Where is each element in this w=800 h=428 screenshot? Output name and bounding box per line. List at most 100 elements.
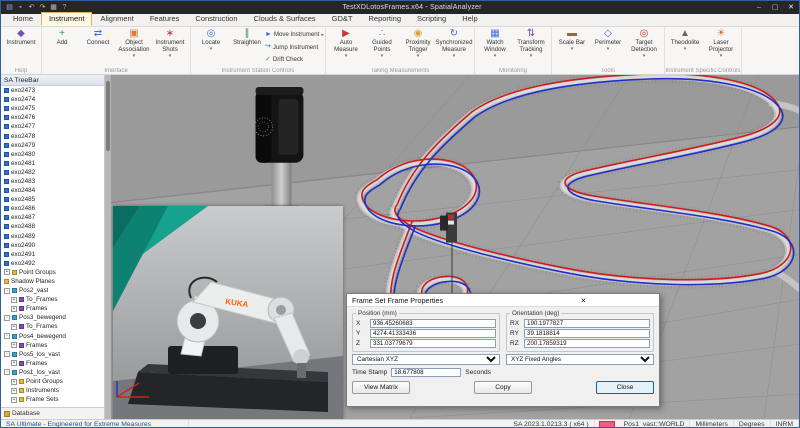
expander-icon[interactable]: +: [11, 388, 17, 394]
tab-features[interactable]: Features: [142, 12, 188, 26]
tree-item-frames[interactable]: +Frames: [1, 304, 104, 313]
expander-icon[interactable]: +: [4, 269, 10, 275]
expander-icon[interactable]: +: [11, 297, 17, 303]
tab-alignment[interactable]: Alignment: [92, 12, 141, 26]
tab-clouds-surfaces[interactable]: Clouds & Surfaces: [246, 12, 324, 26]
tree-item-exo2473[interactable]: exo2473: [1, 86, 104, 95]
tree-item-exo2477[interactable]: exo2477: [1, 122, 104, 131]
button-transform-tracking[interactable]: ⇅Transform Tracking▾: [513, 28, 549, 66]
expander-icon[interactable]: -: [4, 315, 10, 321]
tree-item-exo2485[interactable]: exo2485: [1, 195, 104, 204]
tree-item-exo2475[interactable]: exo2475: [1, 104, 104, 113]
button-connect[interactable]: ⇄Connect: [80, 28, 116, 66]
tree-item-to-frames[interactable]: +To_Frames: [1, 295, 104, 304]
tab-construction[interactable]: Construction: [187, 12, 245, 26]
expander-icon[interactable]: -: [4, 351, 10, 357]
tree-item-pos4-bewegend[interactable]: -Pos4_bewegend: [1, 332, 104, 341]
tree-item-exo2492[interactable]: exo2492: [1, 259, 104, 268]
button-jump-instrument[interactable]: ↪Jump Instrument: [265, 42, 323, 53]
redo-icon[interactable]: ↷: [38, 3, 47, 12]
coordinate-system-select[interactable]: Cartesian XYZ: [352, 354, 500, 365]
expander-icon[interactable]: +: [11, 324, 17, 330]
button-theodolite[interactable]: ▲Theodolite▾: [667, 28, 703, 66]
field-input-z[interactable]: [370, 339, 496, 348]
close-button[interactable]: ✕: [783, 1, 799, 14]
button-object-association[interactable]: ▣Object Association▾: [116, 28, 152, 66]
expander-icon[interactable]: +: [11, 306, 17, 312]
expander-icon[interactable]: +: [11, 342, 17, 348]
tree-item-point-groups[interactable]: +Point Groups: [1, 268, 104, 277]
status-active-frame[interactable]: Pos1_vast::WORLD: [619, 420, 691, 428]
expander-icon[interactable]: +: [11, 360, 17, 366]
tree-item-exo2476[interactable]: exo2476: [1, 113, 104, 122]
status-angle-units[interactable]: Degrees: [734, 420, 771, 428]
close-icon[interactable]: ✕: [503, 296, 659, 305]
field-input-ry[interactable]: [524, 329, 650, 338]
field-input-x[interactable]: [370, 319, 496, 328]
button-add[interactable]: +Add: [44, 28, 80, 66]
tree-item-exo2491[interactable]: exo2491: [1, 250, 104, 259]
button-instrument[interactable]: ◆Instrument: [3, 28, 39, 66]
button-laser-projector[interactable]: ☀Laser Projector▾: [703, 28, 739, 66]
tree-item-exo2486[interactable]: exo2486: [1, 204, 104, 213]
tab-instrument[interactable]: Instrument: [41, 12, 92, 26]
field-input-y[interactable]: [370, 329, 496, 338]
tree-item-exo2478[interactable]: exo2478: [1, 131, 104, 140]
tree-item-pos5-los-vast[interactable]: -Pos5_los_vast: [1, 350, 104, 359]
tree-item-exo2481[interactable]: exo2481: [1, 159, 104, 168]
status-length-units[interactable]: Millimeters: [690, 420, 733, 428]
tree-item-exo2488[interactable]: exo2488: [1, 222, 104, 231]
button-instrument-shots[interactable]: ∗Instrument Shots▾: [152, 28, 188, 66]
tab-home[interactable]: Home: [5, 12, 41, 26]
expander-icon[interactable]: +: [11, 379, 17, 385]
tree-item-frames[interactable]: +Frames: [1, 359, 104, 368]
expander-icon[interactable]: -: [4, 369, 10, 375]
button-perimeter[interactable]: ◇Perimeter▾: [590, 28, 626, 66]
tab-reporting[interactable]: Reporting: [361, 12, 410, 26]
button-guided-points[interactable]: ∴Guided Points▾: [364, 28, 400, 66]
button-close[interactable]: Close: [596, 381, 654, 394]
time-stamp-input[interactable]: [391, 368, 461, 377]
angle-convention-select[interactable]: XYZ Fixed Angles: [506, 354, 654, 365]
button-watch-window[interactable]: ▦Watch Window▾: [477, 28, 513, 66]
field-input-rz[interactable]: [524, 339, 650, 348]
tree-item-exo2489[interactable]: exo2489: [1, 232, 104, 241]
minimize-button[interactable]: –: [751, 1, 767, 14]
treebar-scrollbar-thumb[interactable]: [106, 81, 110, 151]
tree-item-exo2479[interactable]: exo2479: [1, 141, 104, 150]
button-locate[interactable]: ◎Locate▾: [193, 28, 229, 66]
button-copy[interactable]: Copy: [474, 381, 532, 394]
button-scale-bar[interactable]: ▬Scale Bar▾: [554, 28, 590, 66]
viewport-3d[interactable]: KUKA Frame Set Frame Properties ✕ P: [111, 75, 799, 419]
expander-icon[interactable]: -: [4, 288, 10, 294]
button-straighten[interactable]: ∥Straighten: [229, 28, 265, 66]
tree-item-frame-sets[interactable]: +Frame Sets: [1, 395, 104, 404]
tree-item-pos3-bewegend[interactable]: -Pos3_bewegend: [1, 313, 104, 322]
field-input-rx[interactable]: [524, 319, 650, 328]
tree-item-exo2482[interactable]: exo2482: [1, 168, 104, 177]
tree-item-point-groups[interactable]: +Point Groups: [1, 377, 104, 386]
tree-item-pos1-los-vast[interactable]: -Pos1_los_vast: [1, 368, 104, 377]
app-menu-icon[interactable]: ▤: [5, 3, 14, 12]
tree-item-exo2490[interactable]: exo2490: [1, 241, 104, 250]
button-synchronized-measure[interactable]: ↻Synchronized Measure▾: [436, 28, 472, 66]
dialog-title-bar[interactable]: Frame Set Frame Properties ✕: [347, 294, 659, 307]
tree-item-exo2483[interactable]: exo2483: [1, 177, 104, 186]
tree-item-instruments[interactable]: +Instruments: [1, 386, 104, 395]
tab-help[interactable]: Help: [454, 12, 485, 26]
undo-icon[interactable]: ↶: [27, 3, 36, 12]
print-icon[interactable]: ▦: [49, 3, 58, 12]
tree-item-frames[interactable]: +Frames: [1, 341, 104, 350]
tree-item-exo2484[interactable]: exo2484: [1, 186, 104, 195]
expander-icon[interactable]: -: [4, 333, 10, 339]
button-view-matrix[interactable]: View Matrix: [352, 381, 410, 394]
button-auto-measure[interactable]: ▶Auto Measure▾: [328, 28, 364, 66]
button-drift-check[interactable]: ✓Drift Check: [265, 54, 323, 65]
save-icon[interactable]: ▪: [16, 3, 25, 12]
tree-item-to-frames[interactable]: +To_Frames: [1, 322, 104, 331]
tab-scripting[interactable]: Scripting: [409, 12, 454, 26]
maximize-button[interactable]: ▢: [767, 1, 783, 14]
tab-gd-t[interactable]: GD&T: [324, 12, 361, 26]
tree-item-exo2487[interactable]: exo2487: [1, 213, 104, 222]
button-target-detection[interactable]: ◎Target Detection▾: [626, 28, 662, 66]
